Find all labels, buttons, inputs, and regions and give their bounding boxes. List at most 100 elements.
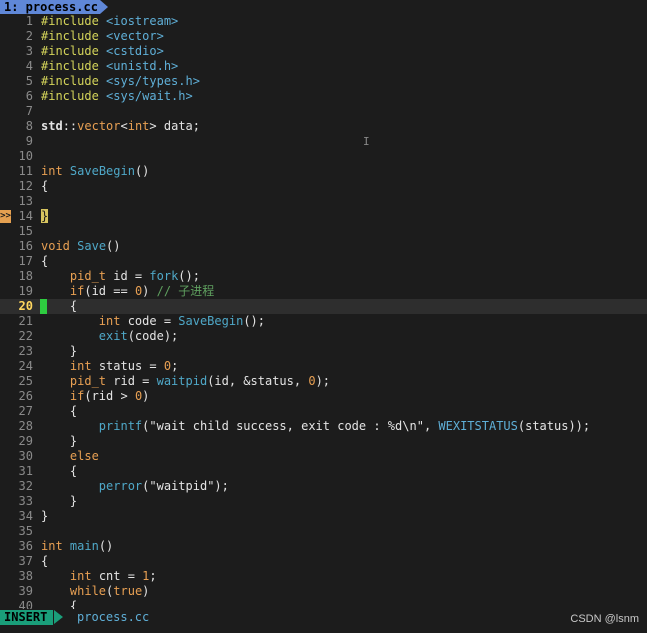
- line-number: 32: [18, 479, 33, 493]
- line-text: }: [41, 344, 78, 358]
- line-number: 2: [25, 29, 33, 43]
- line-number: 30: [18, 449, 33, 463]
- code-line[interactable]: 12 {: [0, 179, 647, 194]
- code-line[interactable]: 13: [0, 194, 647, 209]
- code-line[interactable]: 39 while(true): [0, 584, 647, 599]
- code-line[interactable]: 17 {: [0, 254, 647, 269]
- code-line[interactable]: 8 std::vector<int> data;: [0, 119, 647, 134]
- line-number: 34: [18, 509, 33, 523]
- line-number: 19: [18, 284, 33, 298]
- line-number: 10: [18, 149, 33, 163]
- line-text: int main(): [41, 539, 114, 553]
- line-text: #include <vector>: [41, 29, 164, 43]
- line-text: if(id == 0) // 子进程: [69, 284, 215, 298]
- line-text: }: [41, 434, 78, 448]
- code-line[interactable]: 30 else: [0, 449, 647, 464]
- code-line[interactable]: 38 int cnt = 1;: [0, 569, 647, 584]
- line-text: if(rid > 0): [69, 389, 150, 403]
- code-editor[interactable]: 1 #include <iostream> 2 #include <vector> 3 #…: [0, 14, 647, 614]
- code-line[interactable]: 32 perror("waitpid");: [0, 479, 647, 494]
- status-filename: process.cc: [77, 610, 150, 624]
- line-number: 7: [25, 104, 33, 118]
- line-text: {: [41, 299, 78, 313]
- line-number: 21: [18, 314, 33, 328]
- tab-arrow-icon: [100, 0, 108, 14]
- mode-indicator: INSERT: [0, 610, 54, 625]
- code-line[interactable]: 37 {: [0, 554, 647, 569]
- line-text: {: [41, 554, 49, 568]
- code-line[interactable]: 15: [0, 224, 647, 239]
- line-number: 1: [25, 14, 33, 28]
- code-line[interactable]: 24 int status = 0;: [0, 359, 647, 374]
- code-line[interactable]: 6 #include <sys/wait.h>: [0, 89, 647, 104]
- tab-process-cc[interactable]: 1: process.cc: [0, 0, 100, 14]
- code-line[interactable]: 4 #include <unistd.h>: [0, 59, 647, 74]
- code-line[interactable]: 35: [0, 524, 647, 539]
- code-line[interactable]: 33 }: [0, 494, 647, 509]
- code-line[interactable]: 26 if(rid > 0): [0, 389, 647, 404]
- line-number: 12: [18, 179, 33, 193]
- line-text: void Save(): [41, 239, 121, 253]
- code-line[interactable]: 10: [0, 149, 647, 164]
- code-line[interactable]: 3 #include <cstdio>: [0, 44, 647, 59]
- line-text: std::vector<int> data;: [41, 119, 200, 133]
- code-line[interactable]: 2 #include <vector>: [0, 29, 647, 44]
- code-line[interactable]: 19 if(id == 0) // 子进程: [0, 284, 647, 299]
- code-line[interactable]: 34}: [0, 509, 647, 524]
- line-number: 9: [25, 134, 33, 148]
- line-number: 36: [18, 539, 33, 553]
- line-text: {: [41, 404, 78, 418]
- line-number: 6: [25, 89, 33, 103]
- code-line[interactable]: 25 pid_t rid = waitpid(id, &status, 0);: [0, 374, 647, 389]
- code-line[interactable]: 20 {: [0, 299, 647, 314]
- code-line[interactable]: 18 pid_t id = fork();: [0, 269, 647, 284]
- code-line[interactable]: 28 printf("wait child success, exit code…: [0, 419, 647, 434]
- code-line[interactable]: 9: [0, 134, 647, 149]
- line-number: 37: [18, 554, 33, 568]
- line-text: #include <iostream>: [41, 14, 179, 28]
- line-text: int cnt = 1;: [69, 569, 157, 583]
- line-text: {: [41, 179, 49, 193]
- line-text: printf("wait child success, exit code : …: [98, 419, 591, 433]
- line-number: 16: [18, 239, 33, 253]
- line-number: 25: [18, 374, 33, 388]
- code-line[interactable]: 23 }: [0, 344, 647, 359]
- code-line[interactable]: 27 {: [0, 404, 647, 419]
- line-number: 29: [18, 434, 33, 448]
- code-line[interactable]: >> 14}: [0, 209, 647, 224]
- code-line[interactable]: 36 int main(): [0, 539, 647, 554]
- line-number: 4: [25, 59, 33, 73]
- line-number: 35: [18, 524, 33, 538]
- code-line[interactable]: 21 int code = SaveBegin();: [0, 314, 647, 329]
- code-line[interactable]: 31 {: [0, 464, 647, 479]
- line-text: }: [41, 509, 49, 523]
- mouse-ibeam-icon: I: [363, 135, 370, 148]
- line-text: }: [41, 209, 49, 223]
- line-text: }: [41, 494, 78, 508]
- code-line[interactable]: 11 int SaveBegin(): [0, 164, 647, 179]
- code-line[interactable]: 22 exit(code);: [0, 329, 647, 344]
- code-line[interactable]: 29 }: [0, 434, 647, 449]
- line-text: int SaveBegin(): [41, 164, 150, 178]
- line-text: exit(code);: [98, 329, 179, 343]
- tabline: 1: process.cc: [0, 0, 647, 14]
- code-line[interactable]: 1 #include <iostream>: [0, 14, 647, 29]
- line-number: 3: [25, 44, 33, 58]
- line-number: 38: [18, 569, 33, 583]
- line-number: 20: [18, 299, 33, 313]
- line-number: 23: [18, 344, 33, 358]
- line-number: 33: [18, 494, 33, 508]
- code-line[interactable]: 5 #include <sys/types.h>: [0, 74, 647, 89]
- line-number: 18: [18, 269, 33, 283]
- line-number: 26: [18, 389, 33, 403]
- line-text: #include <cstdio>: [41, 44, 164, 58]
- code-line[interactable]: 16 void Save(): [0, 239, 647, 254]
- line-number: 22: [18, 329, 33, 343]
- line-number: 39: [18, 584, 33, 598]
- code-line[interactable]: 7: [0, 104, 647, 119]
- watermark: CSDN @lsnm: [570, 613, 639, 625]
- line-number: 24: [18, 359, 33, 373]
- line-text: else: [69, 449, 99, 463]
- line-number: 17: [18, 254, 33, 268]
- line-number: 13: [18, 194, 33, 208]
